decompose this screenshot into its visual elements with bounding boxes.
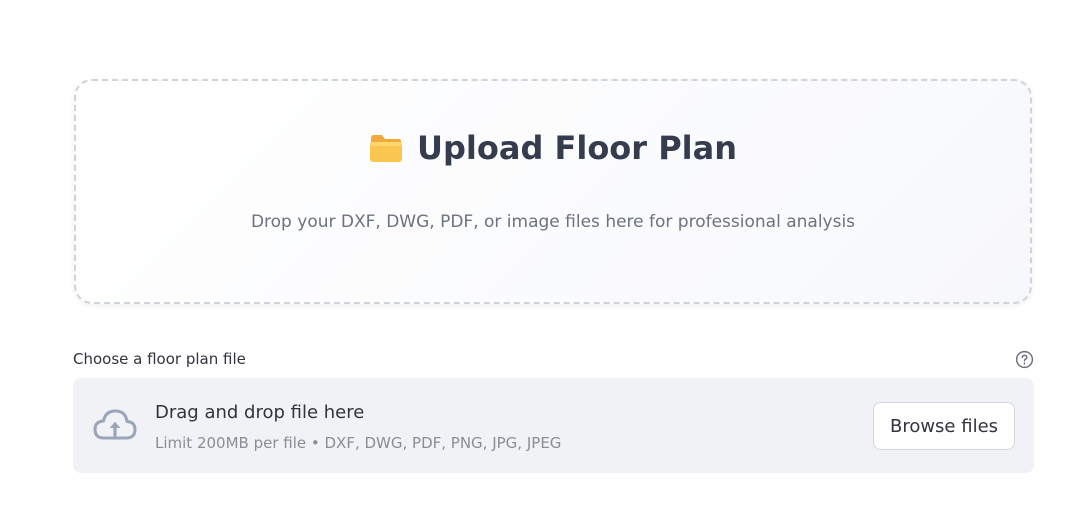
- file-uploader-label: Choose a floor plan file: [73, 350, 246, 368]
- card-subtitle: Drop your DXF, DWG, PDF, or image files …: [250, 212, 856, 232]
- upload-floor-plan-card: Upload Floor Plan Drop your DXF, DWG, PD…: [74, 79, 1032, 304]
- dropzone-title: Drag and drop file here: [155, 402, 365, 423]
- browse-files-button[interactable]: Browse files: [873, 402, 1015, 450]
- dropzone-limit-text: Limit 200MB per file • DXF, DWG, PDF, PN…: [155, 434, 562, 452]
- question-circle-icon[interactable]: [1015, 350, 1034, 369]
- card-title: Upload Floor Plan: [76, 129, 1030, 167]
- page: Upload Floor Plan Drop your DXF, DWG, PD…: [0, 0, 1081, 527]
- cloud-upload-icon: [93, 409, 137, 440]
- page-title: Upload Floor Plan: [417, 129, 737, 167]
- file-dropzone[interactable]: Drag and drop file here Limit 200MB per …: [73, 378, 1034, 473]
- folder-icon: [370, 135, 402, 162]
